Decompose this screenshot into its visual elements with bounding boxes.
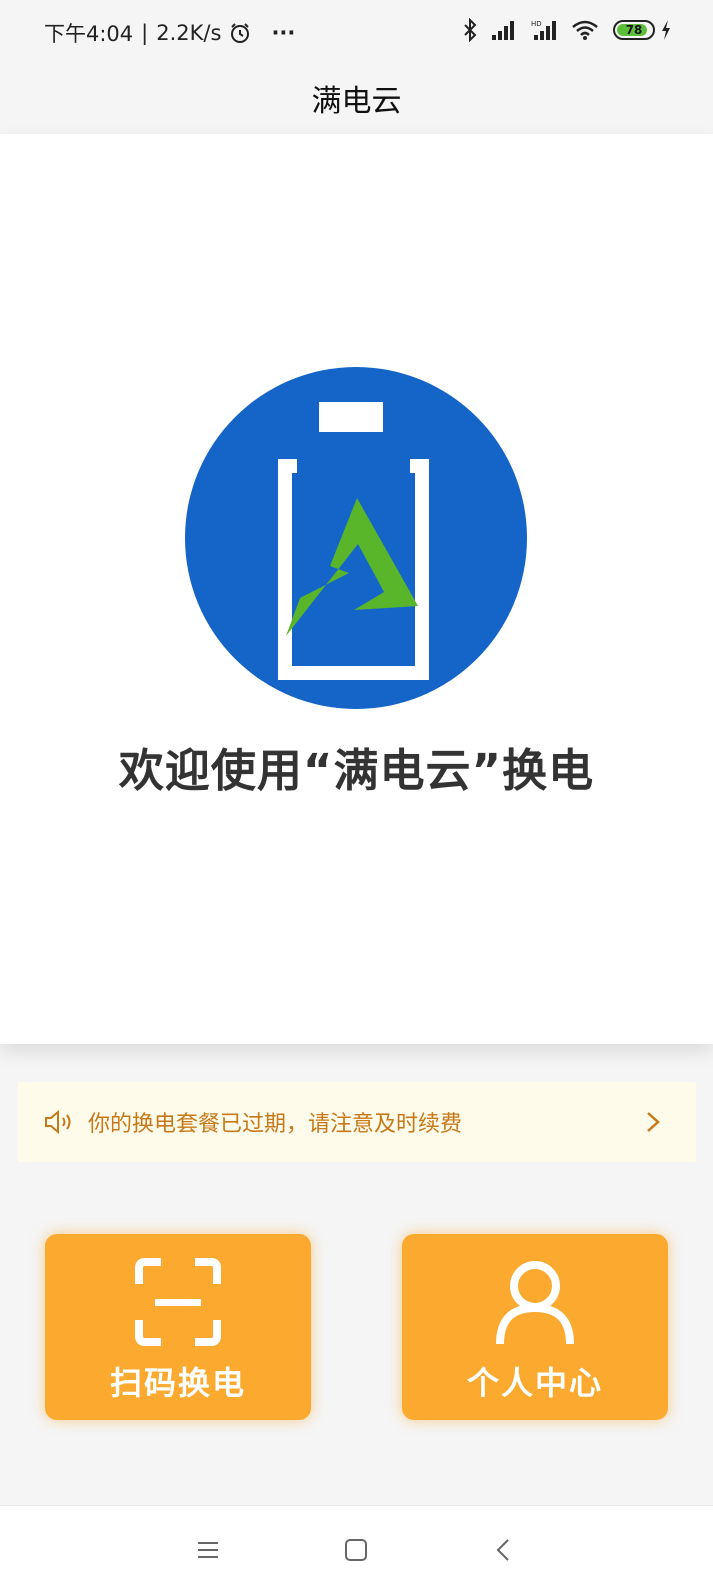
back-icon[interactable] xyxy=(490,1536,518,1564)
page-title: 满电云 xyxy=(311,84,402,119)
charging-icon xyxy=(662,20,670,40)
signal-icon xyxy=(492,21,514,40)
hd-signal-icon: HD xyxy=(531,20,556,40)
hero-panel: 欢迎使用“满电云”换电 xyxy=(0,134,713,1044)
battery-level: 78 xyxy=(625,23,643,37)
status-left: 下午4:04 | 2.2K/s ··· xyxy=(44,18,295,48)
scan-swap-button[interactable]: 扫码换电 xyxy=(45,1234,311,1420)
svg-text:HD: HD xyxy=(531,20,542,28)
app-logo-icon xyxy=(185,367,527,709)
battery-icon: 78 xyxy=(613,20,655,40)
scan-swap-label: 扫码换电 xyxy=(109,1364,246,1402)
notice-bar[interactable]: 你的换电套餐已过期，请注意及时续费 xyxy=(18,1082,696,1162)
personal-center-label: 个人中心 xyxy=(466,1364,603,1402)
speaker-icon xyxy=(45,1109,71,1135)
status-separator: | xyxy=(141,21,149,45)
status-time: 下午4:04 xyxy=(44,22,134,46)
status-more-dots: ··· xyxy=(271,21,296,45)
status-speed: 2.2K/s xyxy=(156,21,222,45)
status-bar: 下午4:04 | 2.2K/s ··· HD 78 xyxy=(0,0,713,62)
notice-text: 你的换电套餐已过期，请注意及时续费 xyxy=(88,1112,463,1137)
status-right: HD 78 xyxy=(463,18,671,42)
menu-icon[interactable] xyxy=(194,1536,222,1564)
scan-icon xyxy=(135,1258,221,1346)
home-icon[interactable] xyxy=(342,1536,370,1564)
alarm-icon xyxy=(231,23,250,43)
bluetooth-icon xyxy=(464,18,477,42)
user-icon xyxy=(496,1261,574,1345)
system-nav-bar xyxy=(0,1505,713,1594)
personal-center-button[interactable]: 个人中心 xyxy=(402,1234,668,1420)
chevron-right-icon xyxy=(647,1112,660,1132)
welcome-title: 欢迎使用“满电云”换电 xyxy=(118,744,595,797)
wifi-icon xyxy=(572,20,598,40)
title-bar: 满电云 xyxy=(0,62,713,134)
